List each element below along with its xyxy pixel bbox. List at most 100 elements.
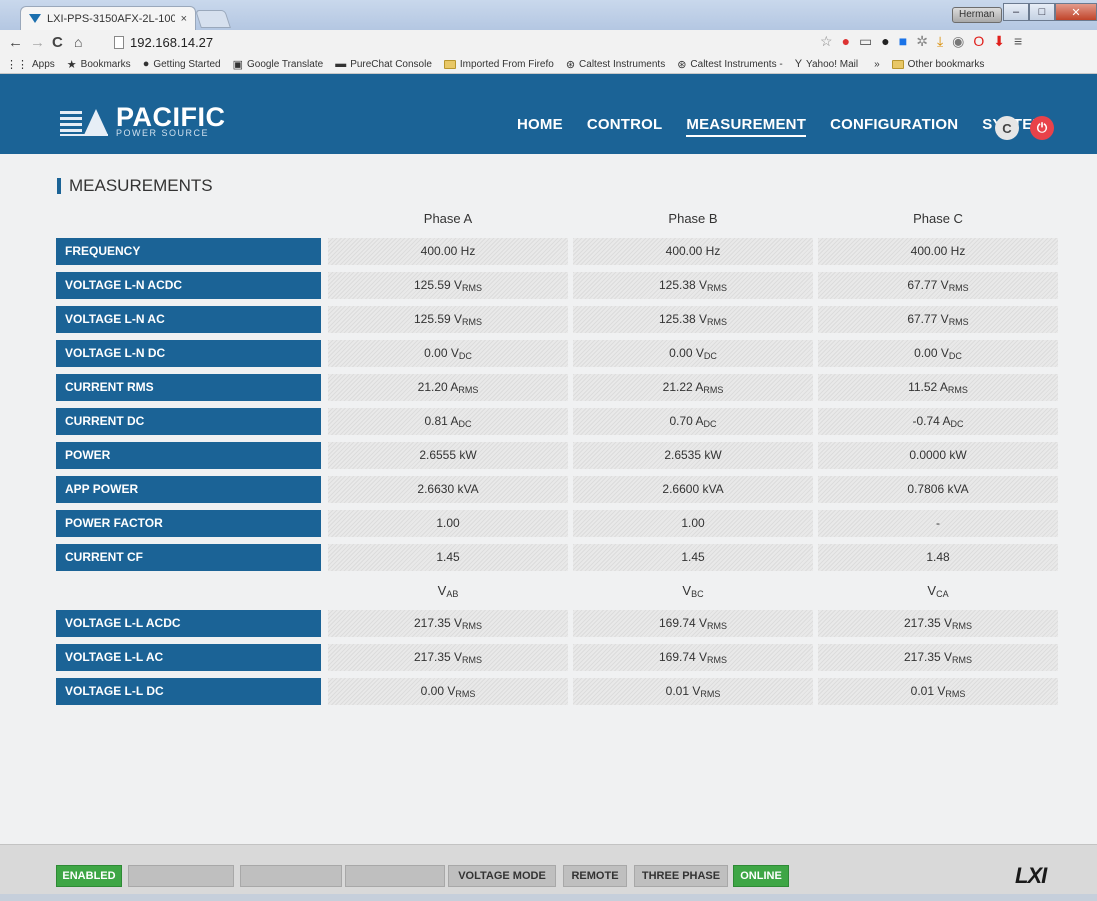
measurement-value: 21.22 ARMS bbox=[573, 374, 813, 401]
status-enabled: ENABLED bbox=[56, 865, 122, 887]
bookmark-label: » bbox=[874, 58, 880, 70]
browser-tab[interactable]: LXI-PPS-3150AFX-2L-100... × bbox=[20, 6, 196, 30]
bookmark-label: Yahoo! Mail bbox=[806, 58, 859, 70]
chat-icon: ▬ bbox=[335, 58, 347, 70]
extension-icon[interactable]: ● bbox=[842, 33, 850, 50]
extension-icon[interactable]: ⬇ bbox=[993, 33, 1005, 50]
measurement-value: 1.00 bbox=[328, 510, 568, 537]
column-header: VBC bbox=[682, 583, 704, 599]
row-label: POWER FACTOR bbox=[56, 510, 321, 537]
nav-home[interactable]: HOME bbox=[517, 116, 563, 137]
page-icon bbox=[114, 35, 124, 49]
new-tab-button[interactable] bbox=[195, 10, 231, 28]
status-slot-empty bbox=[345, 865, 445, 887]
nav-control[interactable]: CONTROL bbox=[587, 116, 663, 137]
bookmark-item[interactable]: » bbox=[870, 59, 880, 70]
star-bookmark-icon[interactable]: ☆ bbox=[820, 33, 833, 50]
bookmark-item[interactable]: ⋮⋮ Apps bbox=[6, 58, 55, 71]
measurement-value: 0.01 VRMS bbox=[818, 678, 1058, 705]
tab-title: LXI-PPS-3150AFX-2L-100... bbox=[47, 12, 175, 25]
bookmark-item[interactable]: ▣ Google Translate bbox=[233, 58, 324, 71]
browser-titlebar: LXI-PPS-3150AFX-2L-100... × Herman – □ ✕ bbox=[0, 0, 1097, 30]
row-label: VOLTAGE L-L ACDC bbox=[56, 610, 321, 637]
download-icon[interactable]: ⤓ bbox=[937, 33, 943, 50]
logo-title: PACIFIC bbox=[116, 102, 226, 132]
measurement-value: 0.00 VDC bbox=[328, 340, 568, 367]
window-close-icon[interactable]: ✕ bbox=[1055, 3, 1097, 21]
measurement-value: 1.00 bbox=[573, 510, 813, 537]
measurement-value: 217.35 VRMS bbox=[818, 644, 1058, 671]
column-header: VCA bbox=[927, 583, 949, 599]
nav-configuration[interactable]: CONFIGURATION bbox=[830, 116, 958, 137]
star-icon: ★ bbox=[66, 58, 77, 71]
measurement-value: 217.35 VRMS bbox=[818, 610, 1058, 637]
bookmark-label: Imported From Firefo bbox=[459, 58, 554, 70]
bookmark-label: Google Translate bbox=[247, 58, 324, 70]
measurement-value: 0.00 VDC bbox=[573, 340, 813, 367]
row-label: VOLTAGE L-N ACDC bbox=[56, 272, 321, 299]
measurement-value: -0.74 ADC bbox=[818, 408, 1058, 435]
bookmark-label: PureChat Console bbox=[350, 58, 432, 70]
measurement-value: 400.00 Hz bbox=[818, 238, 1058, 265]
lxi-logo: LXI bbox=[1015, 863, 1047, 888]
measurement-value: 125.38 VRMS bbox=[573, 272, 813, 299]
cast-icon[interactable]: ▭ bbox=[859, 33, 872, 50]
profile-user-badge[interactable]: Herman bbox=[952, 7, 1002, 23]
pacific-logo-icon bbox=[60, 107, 108, 137]
tab-close-icon[interactable]: × bbox=[181, 13, 195, 25]
bookmark-label: Caltest Instruments - bbox=[690, 58, 783, 70]
minimize-icon[interactable]: – bbox=[1003, 3, 1029, 21]
measurement-value: 400.00 Hz bbox=[573, 238, 813, 265]
bookmark-item[interactable]: ⊛ Caltest Instruments bbox=[566, 58, 665, 71]
back-arrow-icon[interactable]: ← bbox=[8, 34, 23, 51]
measurement-value: 2.6600 kVA bbox=[573, 476, 813, 503]
forward-arrow-icon[interactable]: → bbox=[30, 34, 45, 51]
extension-icon[interactable]: ◉ bbox=[952, 33, 964, 50]
status-voltage-mode: VOLTAGE MODE bbox=[448, 865, 556, 887]
pacific-logo[interactable]: PACIFIC POWER SOURCE bbox=[60, 102, 226, 138]
status-online: ONLINE bbox=[733, 865, 789, 887]
measurement-value: 217.35 VRMS bbox=[328, 644, 568, 671]
page-title: MEASUREMENTS bbox=[69, 176, 213, 195]
menu-icon[interactable]: ≡ bbox=[1014, 33, 1022, 50]
measurement-value: 400.00 Hz bbox=[328, 238, 568, 265]
row-label: CURRENT RMS bbox=[56, 374, 321, 401]
bookmark-item[interactable]: ● Getting Started bbox=[143, 58, 221, 70]
status-bar: LXI ENABLED VOLTAGE MODE REMOTE THREE PHASE… bbox=[0, 844, 1097, 894]
yahoo-icon: Y bbox=[794, 58, 803, 70]
measurement-value: 169.74 VRMS bbox=[573, 610, 813, 637]
opera-icon[interactable]: O bbox=[973, 33, 984, 50]
bookmark-item[interactable]: ★ Bookmarks bbox=[67, 58, 131, 71]
measurement-value: 0.01 VRMS bbox=[573, 678, 813, 705]
measurement-value: 21.20 ARMS bbox=[328, 374, 568, 401]
column-header: Phase C bbox=[913, 211, 963, 226]
row-label: CURRENT DC bbox=[56, 408, 321, 435]
bookmark-item[interactable]: Y Yahoo! Mail bbox=[795, 58, 858, 70]
extension-icon[interactable]: ■ bbox=[899, 33, 907, 50]
bookmark-label: Getting Started bbox=[153, 58, 221, 70]
home-icon[interactable]: ⌂ bbox=[74, 34, 82, 50]
bookmark-item[interactable]: ▬ PureChat Console bbox=[335, 58, 432, 70]
bookmark-label: Bookmarks bbox=[80, 58, 131, 70]
measurement-value: 67.77 VRMS bbox=[818, 306, 1058, 333]
status-remote: REMOTE bbox=[563, 865, 627, 887]
measurement-value: 217.35 VRMS bbox=[328, 610, 568, 637]
bookmark-item[interactable]: Imported From Firefo bbox=[443, 58, 554, 70]
nav-measurement[interactable]: MEASUREMENT bbox=[686, 116, 807, 137]
column-header: Phase B bbox=[668, 211, 718, 226]
refresh-button[interactable]: C bbox=[995, 116, 1019, 140]
extension-icon[interactable]: ✲ bbox=[916, 33, 928, 50]
row-label: CURRENT CF bbox=[56, 544, 321, 571]
reload-icon[interactable]: C bbox=[52, 34, 63, 51]
power-button[interactable]: ⏻ bbox=[1030, 116, 1054, 140]
maximize-icon[interactable]: □ bbox=[1029, 3, 1055, 21]
measurement-value: 125.59 VRMS bbox=[328, 306, 568, 333]
address-bar[interactable]: 192.168.14.27 bbox=[114, 32, 804, 52]
bookmark-item[interactable]: Other bookmarks bbox=[891, 58, 985, 70]
measurement-value: 0.00 VRMS bbox=[328, 678, 568, 705]
bookmark-label: Other bookmarks bbox=[907, 58, 985, 70]
bookmark-item[interactable]: ⊛ Caltest Instruments - bbox=[677, 58, 782, 71]
extension-icons: ☆ ● ▭ ● ■ ✲ ⤓ ◉ O ⬇ ≡ bbox=[820, 33, 1022, 50]
apps-icon: ⋮⋮ bbox=[6, 58, 28, 71]
extension-icon[interactable]: ● bbox=[881, 33, 889, 50]
